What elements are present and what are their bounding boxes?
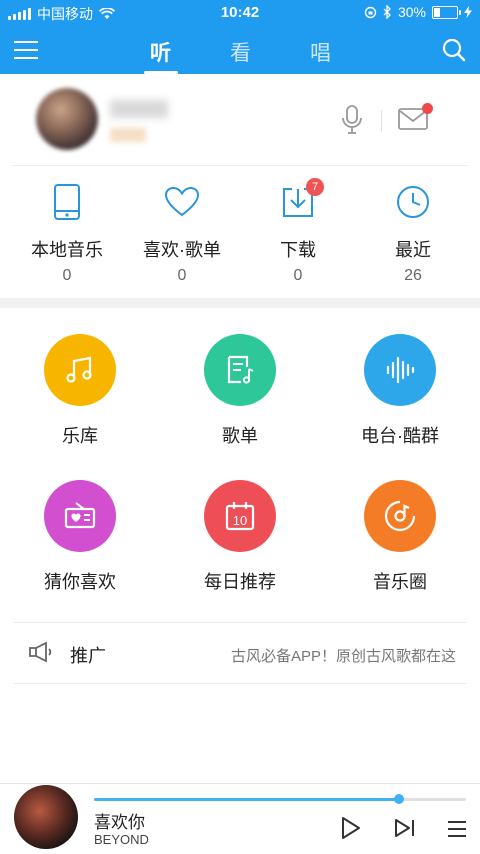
grid-label: 每日推荐	[204, 572, 276, 592]
grid-label: 歌单	[222, 426, 258, 446]
next-icon[interactable]	[394, 818, 416, 838]
grid-guess-you-like[interactable]: 猜你喜欢	[5, 480, 155, 594]
section-separator	[0, 298, 480, 308]
calendar-icon: 10	[225, 502, 255, 531]
album-cover[interactable]	[14, 785, 78, 849]
grid-circle	[44, 334, 116, 406]
song-title: 喜欢你	[94, 813, 145, 832]
stat-count: 0	[293, 267, 303, 284]
grid-music-circle[interactable]: 音乐圈	[325, 480, 475, 594]
promo-title: 推广	[70, 646, 106, 666]
progress-bar[interactable]	[94, 794, 466, 804]
promo-row[interactable]: 推广 古风必备APP！原创古风歌都在这	[0, 623, 480, 683]
divider	[12, 165, 468, 166]
tab-listen[interactable]: 听	[150, 37, 171, 67]
battery-icon	[432, 5, 461, 19]
tab-watch[interactable]: 看	[230, 37, 251, 67]
stat-downloads[interactable]: 7 下载 0	[240, 172, 356, 285]
orientation-lock-icon	[364, 6, 377, 18]
grid-library[interactable]: 乐库	[5, 334, 155, 448]
battery-percent: 30%	[397, 4, 426, 20]
grid-label: 乐库	[62, 426, 98, 446]
grid-label: 电台·酷群	[361, 426, 439, 446]
playlist-icon	[227, 355, 254, 384]
menu-icon[interactable]	[14, 40, 38, 60]
status-bar: 中国移动 10:42 30%	[0, 0, 480, 26]
grid-label: 音乐圈	[373, 572, 427, 592]
search-icon[interactable]	[442, 38, 466, 62]
app-header: 中国移动 10:42 30% 听 看 唱	[0, 0, 480, 74]
stat-label: 喜欢·歌单	[143, 240, 221, 260]
icon-separator	[381, 110, 382, 132]
bluetooth-icon	[383, 5, 391, 19]
waveform-icon	[386, 356, 415, 384]
progress-handle[interactable]	[394, 794, 405, 804]
charging-icon	[464, 6, 472, 18]
stat-count: 0	[62, 267, 72, 284]
quick-stats: 本地音乐 0 喜欢·歌单 0 7 下载 0 最近 26	[0, 172, 480, 298]
progress-fill	[94, 798, 400, 801]
stat-label: 下载	[280, 240, 316, 260]
mic-icon[interactable]	[340, 104, 364, 136]
stat-favorites[interactable]: 喜欢·歌单 0	[124, 172, 240, 285]
stat-label: 本地音乐	[31, 240, 103, 260]
calendar-day: 10	[233, 513, 247, 528]
battery-level	[434, 7, 440, 17]
avatar[interactable]	[36, 88, 98, 150]
top-nav: 听 看 唱	[0, 26, 480, 74]
grid-label: 猜你喜欢	[44, 572, 116, 592]
stat-count: 0	[177, 267, 187, 284]
mail-notification-dot	[422, 103, 433, 114]
grid-circle	[204, 334, 276, 406]
profile-section	[0, 74, 480, 166]
playlist-queue-icon[interactable]	[446, 820, 468, 838]
user-level-blurred	[110, 128, 146, 142]
grid-radio[interactable]: 电台·酷群	[325, 334, 475, 448]
radio-heart-icon	[64, 502, 96, 529]
disc-icon	[384, 500, 416, 532]
stat-local-music[interactable]: 本地音乐 0	[9, 172, 125, 285]
stat-count: 26	[404, 267, 422, 284]
mini-player[interactable]: 喜欢你 BEYOND	[0, 783, 480, 854]
grid-circle	[364, 334, 436, 406]
tab-sing[interactable]: 唱	[310, 37, 331, 67]
play-icon[interactable]	[340, 816, 362, 840]
phone-icon	[54, 184, 80, 220]
grid-playlists[interactable]: 歌单	[165, 334, 315, 448]
username-blurred	[110, 100, 168, 118]
heart-icon	[164, 186, 200, 217]
clock-icon	[397, 186, 429, 218]
stat-recent[interactable]: 最近 26	[355, 172, 471, 285]
music-note-icon	[66, 356, 92, 383]
stat-label: 最近	[395, 240, 431, 260]
grid-circle: 10	[204, 480, 276, 552]
megaphone-icon	[29, 641, 52, 663]
download-badge: 7	[306, 178, 324, 196]
artist-name: BEYOND	[94, 832, 149, 847]
grid-daily-recommend[interactable]: 10 每日推荐	[165, 480, 315, 594]
promo-text[interactable]: 古风必备APP！原创古风歌都在这	[231, 645, 456, 666]
grid-circle	[364, 480, 436, 552]
divider	[14, 683, 466, 684]
grid-circle	[44, 480, 116, 552]
